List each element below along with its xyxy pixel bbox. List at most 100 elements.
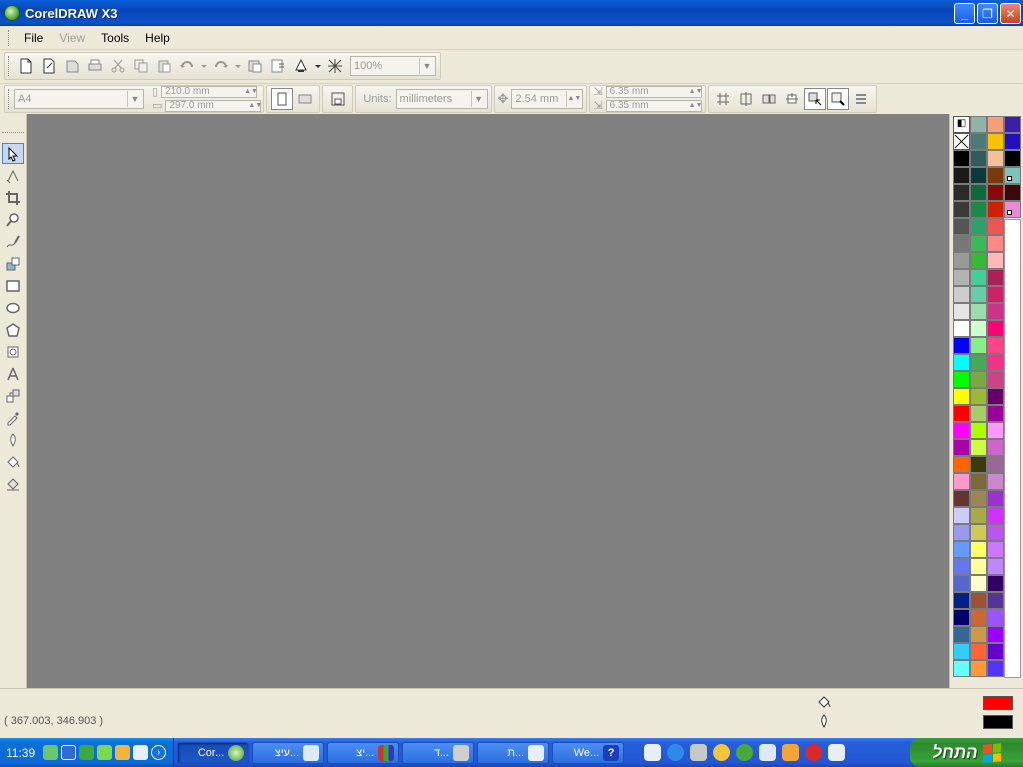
property-bar-grip[interactable]: [8, 88, 11, 109]
polygon-tool-icon[interactable]: [2, 319, 24, 340]
portrait-icon[interactable]: [270, 87, 293, 110]
snap-to-grid-icon[interactable]: [712, 88, 734, 110]
task-folder[interactable]: ד...: [402, 741, 475, 764]
redo-icon[interactable]: [210, 55, 232, 77]
color-swatch[interactable]: [987, 201, 1004, 218]
color-swatch[interactable]: [987, 354, 1004, 371]
menu-view[interactable]: View: [51, 31, 93, 45]
nudge-distance-field[interactable]: 2.54 mm ▲▼: [511, 88, 584, 109]
color-swatch[interactable]: [970, 643, 987, 660]
color-swatch[interactable]: [953, 286, 970, 303]
color-swatch[interactable]: [970, 286, 987, 303]
color-swatch[interactable]: [987, 609, 1004, 626]
color-swatch[interactable]: [953, 524, 970, 541]
paste-icon[interactable]: [153, 55, 175, 77]
menu-help[interactable]: Help: [137, 31, 178, 45]
menu-tools[interactable]: Tools: [93, 31, 137, 45]
duplicate-x-field[interactable]: 6.35 mm ▲▼: [605, 85, 703, 98]
new-document-icon[interactable]: [15, 55, 37, 77]
media-icon[interactable]: [61, 745, 77, 760]
color-swatch[interactable]: [987, 405, 1004, 422]
color-swatch[interactable]: [1004, 116, 1021, 133]
color-swatch[interactable]: [970, 439, 987, 456]
color-swatch[interactable]: [953, 405, 970, 422]
color-swatch[interactable]: [970, 524, 987, 541]
color-swatch[interactable]: [970, 269, 987, 286]
color-swatch[interactable]: [953, 422, 970, 439]
color-swatch[interactable]: [987, 371, 1004, 388]
color-swatch[interactable]: [953, 235, 970, 252]
coreldraw-app-icon[interactable]: [4, 5, 20, 21]
color-swatch[interactable]: [970, 150, 987, 167]
color-swatch[interactable]: [970, 609, 987, 626]
freehand-tool-icon[interactable]: [2, 231, 24, 252]
color-swatch[interactable]: [987, 218, 1004, 235]
task-window[interactable]: ת...: [477, 741, 550, 764]
color-swatch[interactable]: [970, 218, 987, 235]
pick-tool-icon[interactable]: [2, 143, 24, 164]
application-launcher-icon[interactable]: [290, 55, 312, 77]
color-swatch[interactable]: [970, 490, 987, 507]
eyedropper-tool-icon[interactable]: [2, 407, 24, 428]
color-swatch[interactable]: [953, 201, 970, 218]
drawing-workspace[interactable]: [27, 114, 949, 688]
fill-color-swatch[interactable]: [983, 696, 1013, 710]
color-swatch[interactable]: [953, 558, 970, 575]
export-icon[interactable]: [267, 55, 289, 77]
color-swatch[interactable]: [953, 541, 970, 558]
color-swatch[interactable]: [970, 201, 987, 218]
redo-dropdown-icon[interactable]: [233, 55, 243, 77]
color-swatch[interactable]: [970, 626, 987, 643]
color-swatch[interactable]: [970, 456, 987, 473]
crop-tool-icon[interactable]: [2, 187, 24, 208]
interactive-fill-tool-icon[interactable]: [2, 473, 24, 494]
messenger-icon[interactable]: [43, 745, 59, 760]
color-swatch[interactable]: [987, 541, 1004, 558]
color-swatch[interactable]: [1004, 201, 1021, 218]
color-swatch[interactable]: [970, 422, 987, 439]
color-swatch[interactable]: [953, 184, 970, 201]
color-swatch[interactable]: [953, 575, 970, 592]
color-swatch[interactable]: [953, 371, 970, 388]
color-swatch[interactable]: [970, 116, 987, 133]
printer-icon[interactable]: [690, 744, 708, 761]
color-swatch[interactable]: [970, 558, 987, 575]
duplicate-y-field[interactable]: 6.35 mm ▲▼: [605, 99, 703, 112]
no-color-swatch[interactable]: [953, 133, 970, 150]
network-icon[interactable]: [97, 745, 113, 760]
paper-size-combo[interactable]: A4 ▼: [14, 88, 144, 109]
outline-color-swatch[interactable]: [983, 715, 1013, 729]
landscape-icon[interactable]: [294, 88, 316, 110]
color-swatch[interactable]: [970, 473, 987, 490]
print-icon[interactable]: [84, 55, 106, 77]
color-swatch[interactable]: [953, 626, 970, 643]
color-swatch[interactable]: [987, 116, 1004, 133]
color-swatch[interactable]: [953, 320, 970, 337]
menu-grip[interactable]: [8, 29, 11, 46]
color-swatch[interactable]: [987, 269, 1004, 286]
color-swatch[interactable]: [1004, 133, 1021, 150]
tray-expand-icon[interactable]: ›: [151, 745, 167, 760]
color-swatch[interactable]: [953, 456, 970, 473]
color-swatch[interactable]: [970, 660, 987, 677]
units-combo[interactable]: millimeters ▼: [395, 88, 488, 109]
rectangle-tool-icon[interactable]: [2, 275, 24, 296]
color-swatch[interactable]: [987, 320, 1004, 337]
color-swatch[interactable]: [970, 167, 987, 184]
color-swatch[interactable]: [987, 626, 1004, 643]
color-swatch[interactable]: [987, 456, 1004, 473]
snap-to-objects-icon[interactable]: [758, 88, 780, 110]
shape-tool-icon[interactable]: [2, 165, 24, 186]
options-icon[interactable]: [850, 88, 872, 110]
outline-pen-icon[interactable]: [816, 713, 832, 729]
color-swatch[interactable]: [987, 473, 1004, 490]
utility-icon[interactable]: [782, 744, 800, 761]
spin-arrows-icon[interactable]: ▲▼: [689, 87, 703, 97]
clock[interactable]: 11:39: [6, 746, 35, 760]
save-icon[interactable]: [61, 55, 83, 77]
color-swatch[interactable]: [987, 660, 1004, 677]
launcher-dropdown-icon[interactable]: [313, 55, 323, 77]
color-swatch[interactable]: [970, 541, 987, 558]
fill-bucket-icon[interactable]: [816, 694, 832, 710]
color-swatch[interactable]: [987, 643, 1004, 660]
